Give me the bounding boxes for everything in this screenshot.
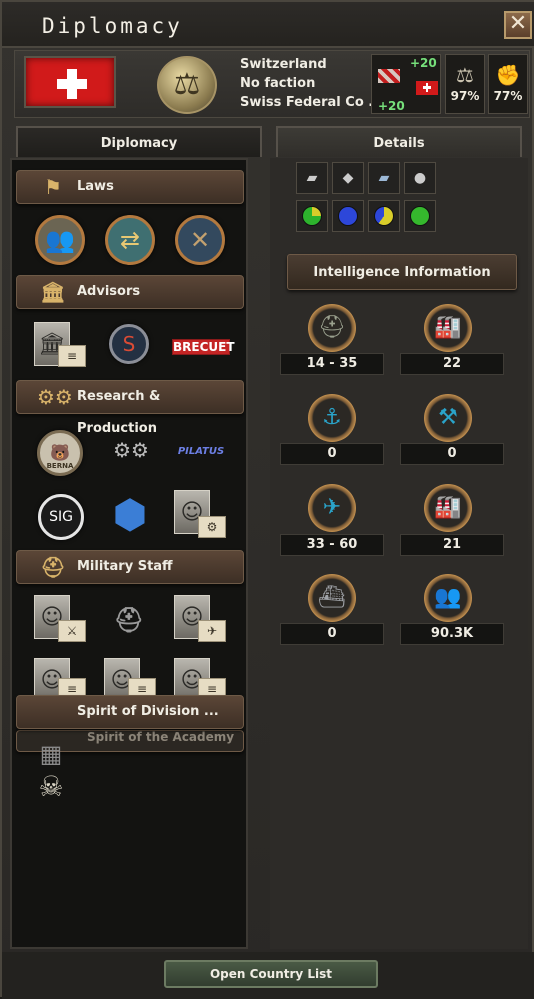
tungsten-resource-icon[interactable]: ● xyxy=(404,162,436,194)
tab-diplomacy[interactable]: Diplomacy xyxy=(16,126,262,157)
ideology-pie-green-icon[interactable] xyxy=(296,200,328,232)
plane-icon: ✈ xyxy=(308,484,356,532)
economy-law-icon[interactable]: ✕ xyxy=(175,215,225,265)
other-flag-icon xyxy=(378,69,400,83)
advisor-paper-icon: ≡ xyxy=(58,345,86,367)
swiss-flag-icon xyxy=(416,81,438,95)
sig-logo[interactable]: SIG xyxy=(38,494,84,540)
close-button[interactable]: ✕ xyxy=(504,11,532,39)
intel-dockyards-value: 0 xyxy=(400,443,504,465)
section-research-label: Research & Production xyxy=(77,389,161,436)
ideology-pie-solid-green-icon[interactable] xyxy=(404,200,436,232)
helmet-icon: ⛑ xyxy=(40,555,66,579)
open-country-list-button[interactable]: Open Country List xyxy=(164,960,378,988)
window-title: Diplomacy xyxy=(42,14,183,38)
war-support-box[interactable]: ✊ 77% xyxy=(488,54,528,114)
stability-value: 97% xyxy=(450,89,480,103)
intel-factories-value: 22 xyxy=(400,353,504,375)
country-info: Switzerland No faction Swiss Federal Co … xyxy=(240,57,383,114)
industry-icon: 🏭 xyxy=(424,484,472,532)
section-spirit-academy-label: Spirit of the Academy xyxy=(87,730,235,744)
tab-details[interactable]: Details xyxy=(276,126,522,157)
intel-ships-value: 0 xyxy=(280,623,384,645)
country-faction: No faction xyxy=(240,76,316,91)
skull-icon[interactable]: ☠ xyxy=(34,770,68,803)
intel-divisions-value: 14 - 35 xyxy=(280,353,384,375)
bunker-icon[interactable]: ▦ xyxy=(32,740,70,770)
relations-box[interactable]: +20 +20 xyxy=(371,54,441,114)
building-icon: 🏛 xyxy=(40,280,66,304)
ideology-pie-blue-icon[interactable] xyxy=(332,200,364,232)
section-military-label: Military Staff xyxy=(77,559,173,574)
intel-air-value: 33 - 60 xyxy=(280,534,384,556)
dockyard-icon: ⚒ xyxy=(424,394,472,442)
section-laws-label: Laws xyxy=(77,179,114,194)
helmet-staff-icon[interactable]: ⛑ xyxy=(112,606,146,634)
country-flag[interactable] xyxy=(24,56,116,108)
intel-navy-value: 0 xyxy=(280,443,384,465)
designer-gear-icon: ⚙ xyxy=(198,516,226,538)
brecuet-logo[interactable]: BRECUET xyxy=(172,339,235,355)
intel-industry-value: 21 xyxy=(400,534,504,556)
section-laws: ⚑ Laws xyxy=(16,170,244,204)
anchor-icon: ⚓ xyxy=(308,394,356,442)
arm-icon: ✊ xyxy=(495,63,521,87)
gears-company-icon[interactable]: ⚙⚙ xyxy=(106,438,156,462)
government-emblem-icon: ⚖ xyxy=(157,56,217,114)
section-advisors-label: Advisors xyxy=(77,284,141,299)
section-advisors: 🏛 Advisors xyxy=(16,275,244,309)
section-military-staff: ⛑ Military Staff xyxy=(16,550,244,584)
factory-icon: 🏭 xyxy=(424,304,472,352)
population-icon: 👥 xyxy=(424,574,472,622)
war-support-value: 77% xyxy=(493,89,523,103)
section-research: ⚙⚙ Research & Production xyxy=(16,380,244,436)
gears-icon: ⚙⚙ xyxy=(37,385,73,409)
rubber-resource-icon[interactable]: ▰ xyxy=(368,162,400,194)
relation-plus-bottom: +20 xyxy=(378,99,405,113)
section-spirit-label: Spirit of Division ... xyxy=(77,704,219,719)
intel-manpower-value: 90.3K xyxy=(400,623,504,645)
air-chief-paper-icon: ✈ xyxy=(198,620,226,642)
scales-icon: ⚖ xyxy=(456,63,474,87)
berna-label: BERNA xyxy=(46,462,74,470)
flag-icon: ⚑ xyxy=(44,175,62,199)
country-name: Switzerland xyxy=(240,57,327,72)
ship-icon: ⛴ xyxy=(308,574,356,622)
oil-resource-icon[interactable]: ▰ xyxy=(296,162,328,194)
conscription-law-icon[interactable]: 👥 xyxy=(35,215,85,265)
section-spirit-division: Spirit of Division ... xyxy=(16,695,244,729)
ideology-pie-mixed-icon[interactable] xyxy=(368,200,400,232)
diplomacy-window: Diplomacy ✕ ⚖ Switzerland No faction Swi… xyxy=(0,0,534,999)
stability-box[interactable]: ⚖ 97% xyxy=(445,54,485,114)
country-government: Swiss Federal Co ... xyxy=(240,95,384,110)
intel-header: Intelligence Information xyxy=(287,254,517,290)
helmet-icon: ⛑ xyxy=(308,304,356,352)
title-bar: Diplomacy ✕ xyxy=(2,2,534,48)
pilatus-logo[interactable]: PILATUS xyxy=(170,446,232,457)
aluminium-resource-icon[interactable]: ◆ xyxy=(332,162,364,194)
hexagon-company-icon[interactable]: ⬢ xyxy=(107,490,153,540)
chief-of-staff-paper-icon: ⚔ xyxy=(58,620,86,642)
relation-plus-top: +20 xyxy=(410,56,437,70)
advisor-company-icon[interactable]: S xyxy=(109,324,149,364)
trade-law-icon[interactable]: ⇄ xyxy=(105,215,155,265)
